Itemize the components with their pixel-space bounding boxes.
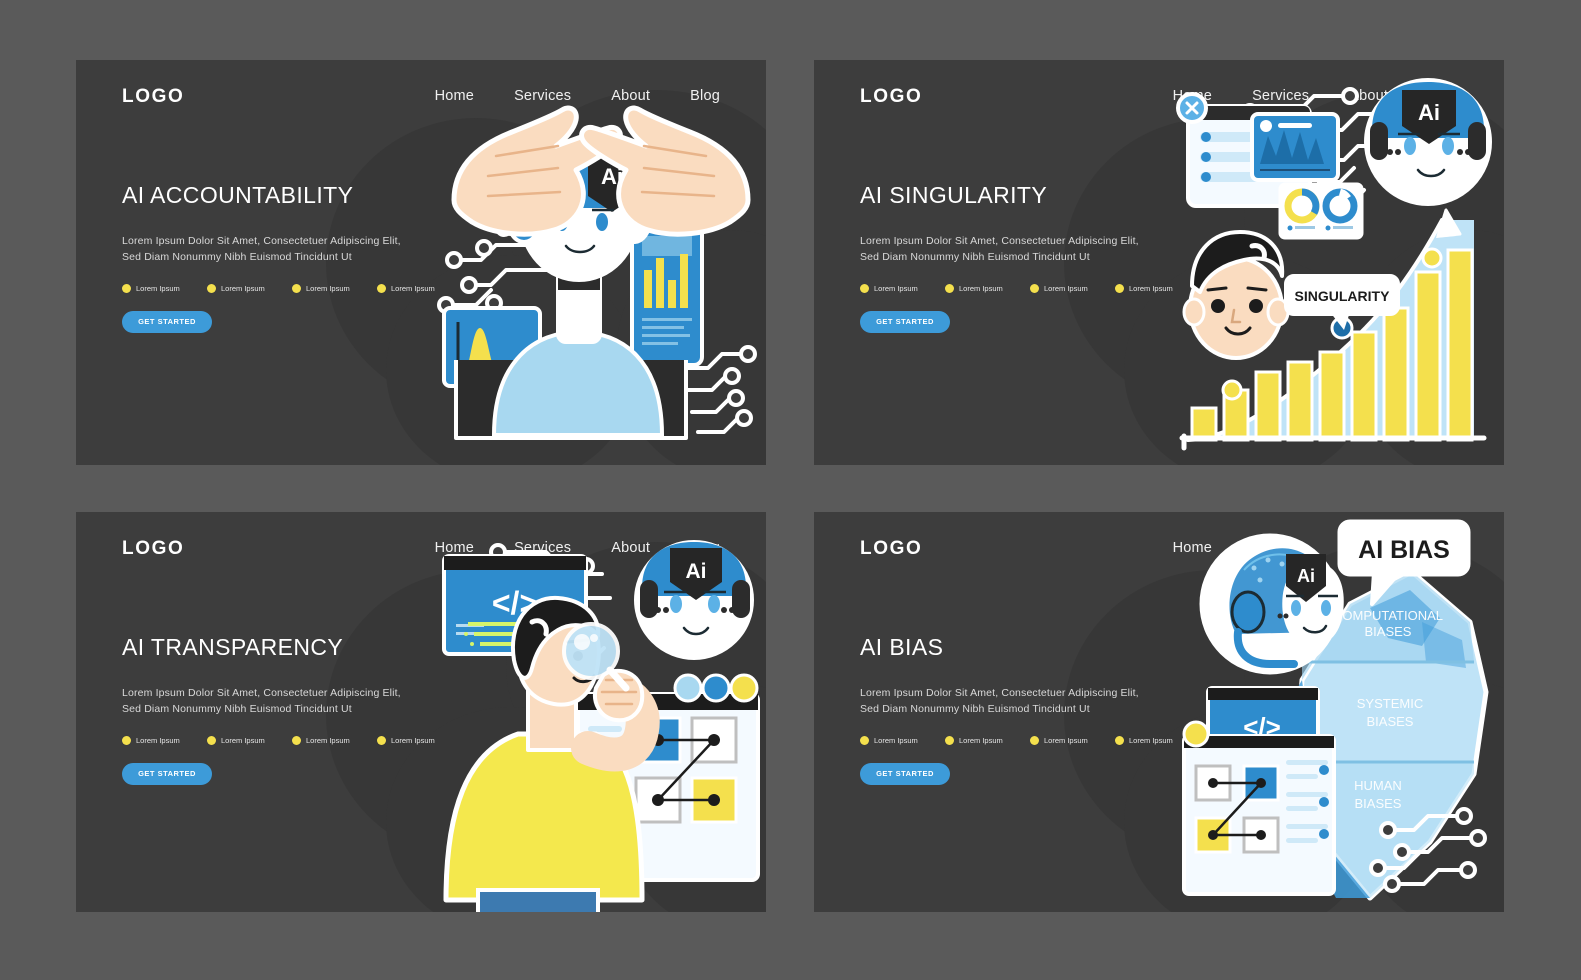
bullet-label: Lorem Ipsum: [874, 735, 918, 745]
iceberg-layer-label: HUMAN: [1354, 778, 1402, 793]
bullet-label: Lorem Ipsum: [959, 735, 1003, 745]
bullet-label: Lorem Ipsum: [136, 735, 180, 745]
bullet-dot-icon: [292, 735, 301, 745]
bullet-dot-icon: [207, 735, 216, 745]
bullet-item: Lorem Ipsum: [292, 283, 377, 293]
feature-bullets: Lorem Ipsum Lorem Ipsum Lorem Ipsum Lore…: [122, 283, 462, 293]
get-started-button[interactable]: GET STARTED: [860, 310, 950, 333]
iceberg-layer-label: BIASES: [1367, 714, 1414, 729]
hero-paragraph: Lorem Ipsum Dolor Sit Amet, Consectetuer…: [122, 687, 401, 716]
bullet-label: Lorem Ipsum: [221, 283, 265, 293]
bullet-item: Lorem Ipsum: [1030, 283, 1115, 293]
hero-copy: AI SINGULARITY Lorem Ipsum Dolor Sit Ame…: [860, 182, 1190, 333]
singularity-callout-text: SINGULARITY: [1295, 288, 1391, 304]
hero-paragraph: Lorem Ipsum Dolor Sit Amet, Consectetuer…: [122, 235, 401, 264]
bullet-dot-icon: [945, 283, 954, 293]
hero-copy: AI BIAS Lorem Ipsum Dolor Sit Amet, Cons…: [860, 634, 1190, 785]
bullet-dot-icon: [377, 735, 386, 745]
feature-bullets: Lorem Ipsum Lorem Ipsum Lorem Ipsum Lore…: [122, 735, 462, 745]
bullet-item: Lorem Ipsum: [860, 283, 945, 293]
svg-text:Ai: Ai: [1297, 566, 1315, 586]
logo[interactable]: LOGO: [122, 86, 184, 108]
bullet-dot-icon: [1115, 283, 1124, 293]
illustration-ai-bias-iceberg: COMPUTATIONAL BIASES SYSTEMIC BIASES HUM…: [1174, 512, 1504, 912]
bullet-dot-icon: [1030, 735, 1039, 745]
page-root: LOGO Home Services About Blog AI ACCOUNT…: [0, 0, 1581, 980]
svg-text:Ai: Ai: [1418, 100, 1440, 125]
bullet-label: Lorem Ipsum: [1129, 735, 1173, 745]
bullet-dot-icon: [860, 283, 869, 293]
get-started-button[interactable]: GET STARTED: [860, 762, 950, 785]
illustration-man-inspecting-code-with-magnifier: </> Ai: [436, 512, 766, 912]
feature-bullets: Lorem Ipsum Lorem Ipsum Lorem Ipsum Lore…: [860, 735, 1200, 745]
bullet-label: Lorem Ipsum: [391, 735, 435, 745]
hero-copy: AI TRANSPARENCY Lorem Ipsum Dolor Sit Am…: [122, 634, 452, 785]
bullet-item: Lorem Ipsum: [860, 735, 945, 745]
iceberg-layer-label: BIASES: [1365, 624, 1412, 639]
bullet-label: Lorem Ipsum: [1044, 735, 1088, 745]
bullet-item: Lorem Ipsum: [207, 283, 292, 293]
svg-text:Ai: Ai: [686, 560, 707, 583]
bullet-dot-icon: [860, 735, 869, 745]
bullet-item: Lorem Ipsum: [945, 735, 1030, 745]
get-started-button[interactable]: GET STARTED: [122, 762, 212, 785]
bullet-dot-icon: [122, 283, 131, 293]
bullet-dot-icon: [1030, 283, 1039, 293]
hero-paragraph: Lorem Ipsum Dolor Sit Amet, Consectetuer…: [860, 687, 1139, 716]
bullet-label: Lorem Ipsum: [1044, 283, 1088, 293]
iceberg-layer-label: COMPUTATIONAL: [1333, 608, 1443, 623]
bullet-dot-icon: [945, 735, 954, 745]
bullet-dot-icon: [207, 283, 216, 293]
bullet-item: Lorem Ipsum: [1030, 735, 1115, 745]
logo[interactable]: LOGO: [860, 538, 922, 560]
panel-ai-accountability: LOGO Home Services About Blog AI ACCOUNT…: [76, 60, 766, 465]
bullet-label: Lorem Ipsum: [136, 283, 180, 293]
bullet-label: Lorem Ipsum: [1129, 283, 1173, 293]
bullet-item: Lorem Ipsum: [207, 735, 292, 745]
hero-copy: AI ACCOUNTABILITY Lorem Ipsum Dolor Sit …: [122, 182, 452, 333]
feature-bullets: Lorem Ipsum Lorem Ipsum Lorem Ipsum Lore…: [860, 283, 1200, 293]
bullet-dot-icon: [1115, 735, 1124, 745]
panel-ai-transparency: LOGO Home Services About Blog AI TRANSPA…: [76, 512, 766, 912]
bullet-dot-icon: [292, 283, 301, 293]
bullet-label: Lorem Ipsum: [391, 283, 435, 293]
bullet-label: Lorem Ipsum: [959, 283, 1003, 293]
logo[interactable]: LOGO: [122, 538, 184, 560]
illustration-protective-hands-over-ai-robot: Ai: [436, 60, 766, 465]
page-title: AI TRANSPARENCY: [122, 634, 344, 660]
bullet-item: Lorem Ipsum: [122, 283, 207, 293]
panel-ai-bias: LOGO Home Services About Blog AI BIAS Lo…: [814, 512, 1504, 912]
bullet-item: Lorem Ipsum: [292, 735, 377, 745]
iceberg-layer-label: SYSTEMIC: [1357, 696, 1423, 711]
iceberg-layer-label: BIASES: [1355, 796, 1402, 811]
panel-ai-singularity: LOGO Home Services About Blog AI SINGULA…: [814, 60, 1504, 465]
bullet-dot-icon: [122, 735, 131, 745]
ai-bias-callout-text: AI BIAS: [1358, 536, 1450, 564]
page-title: AI ACCOUNTABILITY: [122, 182, 354, 208]
bullet-label: Lorem Ipsum: [306, 735, 350, 745]
get-started-button[interactable]: GET STARTED: [122, 310, 212, 333]
hero-paragraph: Lorem Ipsum Dolor Sit Amet, Consectetuer…: [860, 235, 1139, 264]
bullet-dot-icon: [377, 283, 386, 293]
page-title: AI BIAS: [860, 634, 944, 660]
illustration-exponential-growth-singularity: Ai SINGULARITY: [1174, 60, 1504, 465]
bullet-item: Lorem Ipsum: [122, 735, 207, 745]
bullet-label: Lorem Ipsum: [221, 735, 265, 745]
bullet-label: Lorem Ipsum: [874, 283, 918, 293]
bullet-label: Lorem Ipsum: [306, 283, 350, 293]
logo[interactable]: LOGO: [860, 86, 922, 108]
page-title: AI SINGULARITY: [860, 182, 1048, 208]
bullet-item: Lorem Ipsum: [945, 283, 1030, 293]
